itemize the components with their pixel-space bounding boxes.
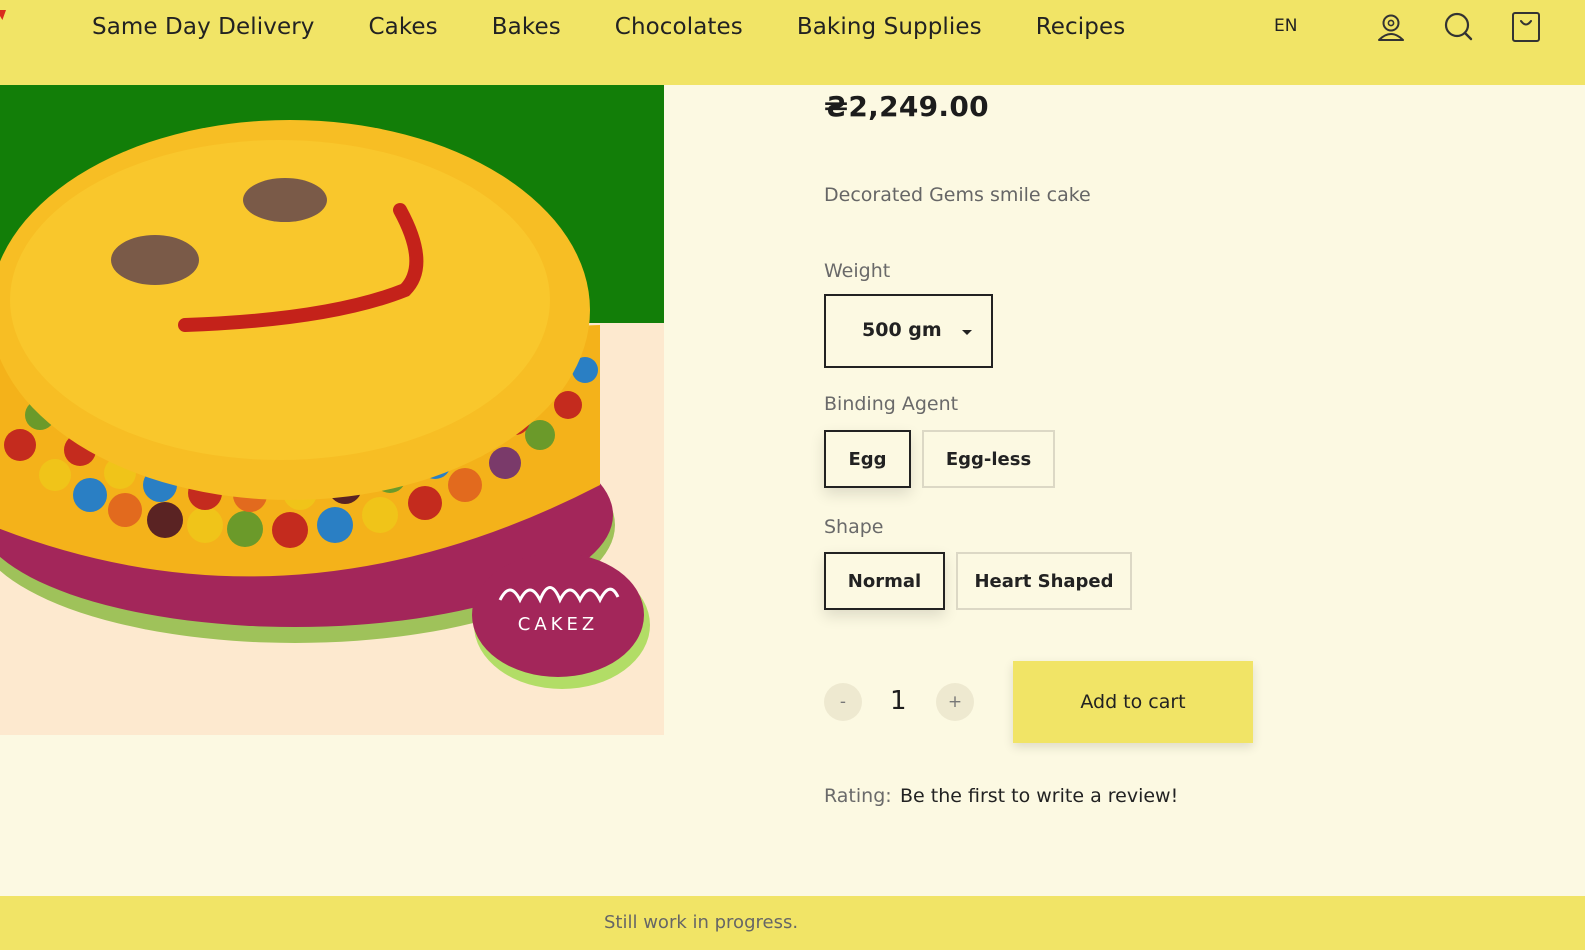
weight-select[interactable]: 500 gm [824, 294, 993, 368]
weight-select-value: 500 gm [862, 319, 942, 341]
cakez-logo-text: CAKEZ [518, 614, 598, 635]
binding-agent-option-eggless[interactable]: Egg-less [922, 430, 1055, 488]
product-description: Decorated Gems smile cake [824, 184, 1091, 206]
nav-item-cakes[interactable]: Cakes [368, 14, 437, 40]
add-to-cart-button[interactable]: Add to cart [1013, 661, 1253, 743]
search-icon[interactable] [1442, 10, 1474, 44]
write-review-link[interactable]: Be the first to write a review! [900, 785, 1178, 807]
product-image: CAKEZ [0, 85, 664, 735]
nav-item-chocolates[interactable]: Chocolates [615, 14, 743, 40]
account-icon[interactable] [1375, 10, 1407, 44]
binding-agent-option-egg[interactable]: Egg [824, 430, 911, 488]
nav-item-baking-supplies[interactable]: Baking Supplies [797, 14, 982, 40]
shape-label: Shape [824, 516, 884, 538]
nav-item-recipes[interactable]: Recipes [1036, 14, 1126, 40]
chevron-down-icon [962, 330, 972, 335]
weight-label: Weight [824, 260, 891, 282]
footer-note: Still work in progress. [604, 912, 799, 933]
site-footer: Still work in progress. [0, 896, 1585, 950]
language-selector[interactable]: EN [1274, 16, 1297, 36]
shape-option-heart-shaped[interactable]: Heart Shaped [956, 552, 1132, 610]
logo-fragment[interactable] [0, 10, 6, 20]
quantity-value[interactable]: 1 [890, 686, 907, 716]
shape-option-normal[interactable]: Normal [824, 552, 945, 610]
product-price: ₴2,249.00 [824, 90, 989, 123]
product-page: Same Day Delivery Cakes Bakes Chocolates… [0, 0, 1585, 950]
quantity-increment-button[interactable]: + [936, 683, 974, 721]
nav-item-same-day-delivery[interactable]: Same Day Delivery [92, 14, 314, 40]
binding-agent-label: Binding Agent [824, 393, 959, 415]
quantity-decrement-button[interactable]: - [824, 683, 862, 721]
nav-item-bakes[interactable]: Bakes [492, 14, 561, 40]
smile-cake-image: CAKEZ [0, 85, 664, 735]
site-header: Same Day Delivery Cakes Bakes Chocolates… [0, 0, 1585, 85]
main-nav: Same Day Delivery Cakes Bakes Chocolates… [92, 10, 1125, 44]
cart-bag-icon[interactable] [1510, 10, 1542, 44]
rating-label: Rating: [824, 785, 892, 807]
